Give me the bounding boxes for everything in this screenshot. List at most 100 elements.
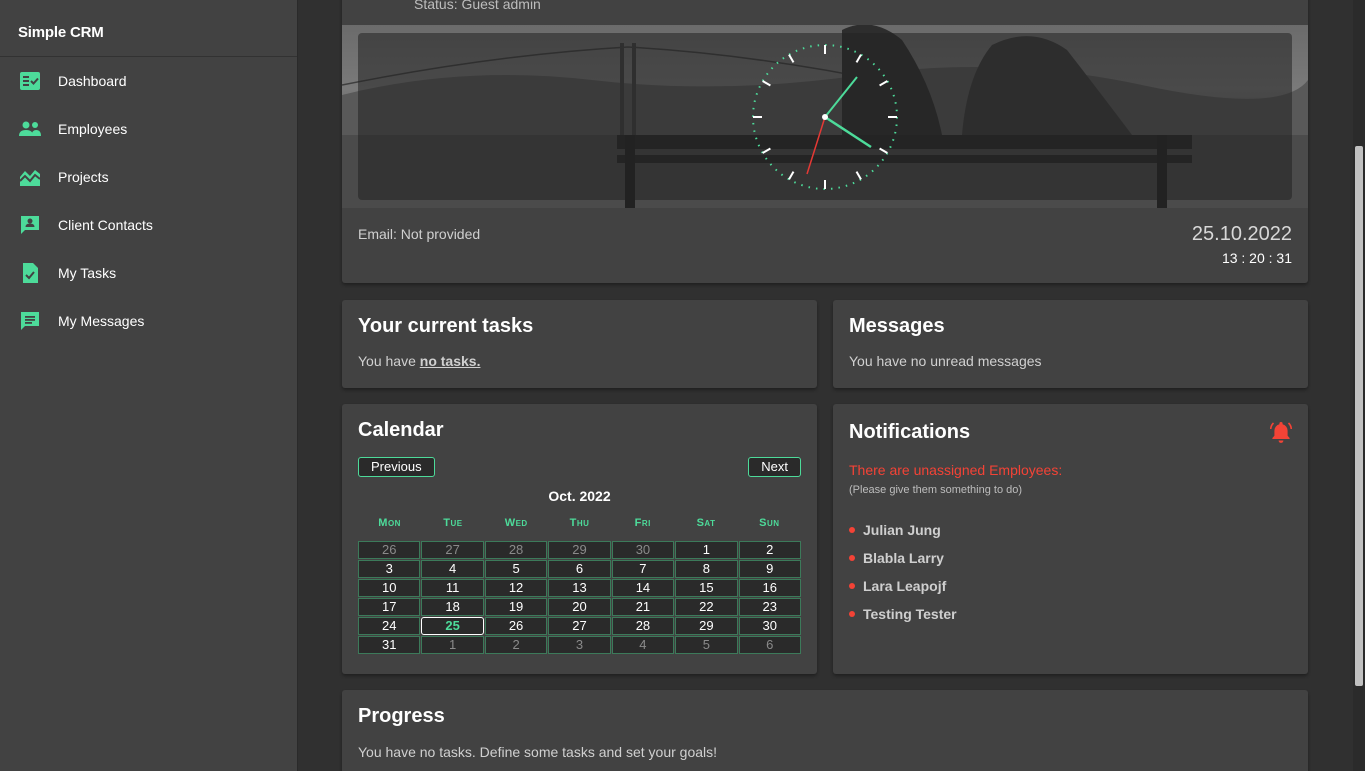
weekday-label: Fri	[634, 517, 651, 529]
calendar-day[interactable]: 27	[421, 541, 484, 559]
sidebar-item-label: Employees	[58, 121, 128, 137]
next-month-button[interactable]: Next	[748, 457, 801, 477]
calendar-day[interactable]: 24	[358, 617, 421, 635]
calendar-day[interactable]: 8	[675, 560, 738, 578]
weekday-label: Sat	[696, 517, 716, 529]
calendar-day[interactable]: 7	[611, 560, 675, 578]
messages-card: Messages You have no unread messages	[833, 300, 1308, 388]
calendar-title: Calendar	[358, 419, 444, 441]
messages-summary: You have no unread messages	[849, 353, 1042, 369]
weekday-label: Tue	[443, 517, 463, 529]
app-title: Simple CRM	[0, 0, 297, 57]
calendar-grid: 26 27 28 29 30 1 2 3 4 5 6 7 8 9 10 11 12 13 14 15 16 17 18 19 2…	[358, 541, 801, 654]
profile-email: Email: Not provided	[358, 226, 481, 242]
calendar-day[interactable]: 5	[675, 636, 738, 654]
list-item[interactable]: Blabla Larry	[849, 544, 957, 572]
calendar-day[interactable]: 13	[548, 579, 611, 597]
calendar-day[interactable]: 6	[548, 560, 611, 578]
clock-overlay	[358, 33, 1292, 200]
bullet-icon	[849, 583, 855, 589]
no-tasks-link[interactable]: no tasks.	[420, 353, 481, 369]
calendar-day[interactable]: 9	[738, 560, 801, 578]
contact-card-icon	[18, 213, 42, 237]
people-icon	[18, 117, 42, 141]
tasks-title: Your current tasks	[358, 315, 534, 337]
calendar-day[interactable]: 6	[738, 636, 801, 654]
unassigned-hint: (Please give them something to do)	[849, 484, 1023, 496]
tasks-card: Your current tasks You have no tasks.	[342, 300, 817, 388]
calendar-day[interactable]: 2	[484, 636, 548, 654]
calendar-day[interactable]: 31	[358, 636, 421, 654]
calendar-day[interactable]: 15	[675, 579, 738, 597]
calendar-day[interactable]: 29	[548, 541, 611, 559]
list-item[interactable]: Julian Jung	[849, 516, 957, 544]
employee-name: Blabla Larry	[863, 550, 944, 566]
task-check-icon	[18, 261, 42, 285]
sidebar-item-my-messages[interactable]: My Messages	[0, 297, 297, 345]
calendar-day[interactable]: 2	[738, 541, 801, 559]
calendar-day[interactable]: 29	[675, 617, 738, 635]
bullet-icon	[849, 555, 855, 561]
employee-name: Lara Leapojf	[863, 578, 947, 594]
calendar-day[interactable]: 30	[611, 541, 675, 559]
bell-alert-icon[interactable]	[1269, 420, 1293, 444]
calendar-day[interactable]: 17	[358, 598, 421, 616]
employee-name: Testing Tester	[863, 606, 957, 622]
sidebar-item-employees[interactable]: Employees	[0, 105, 297, 153]
bullet-icon	[849, 527, 855, 533]
calendar-day[interactable]: 16	[738, 579, 801, 597]
notifications-title: Notifications	[849, 421, 971, 443]
calendar-day-today[interactable]: 25	[421, 617, 484, 635]
sidebar-item-client-contacts[interactable]: Client Contacts	[0, 201, 297, 249]
banner-image	[342, 25, 1308, 208]
calendar-day[interactable]: 14	[611, 579, 675, 597]
employee-name: Julian Jung	[863, 522, 941, 538]
calendar-day[interactable]: 18	[421, 598, 484, 616]
calendar-day[interactable]: 28	[611, 617, 675, 635]
calendar-day[interactable]: 21	[611, 598, 675, 616]
list-item[interactable]: Lara Leapojf	[849, 572, 957, 600]
progress-text: You have no tasks. Define some tasks and…	[358, 744, 718, 760]
previous-month-button[interactable]: Previous	[358, 457, 435, 477]
weekday-label: Thu	[569, 517, 590, 529]
calendar-day[interactable]: 4	[421, 560, 484, 578]
calendar-day[interactable]: 12	[484, 579, 548, 597]
sidebar-item-projects[interactable]: Projects	[0, 153, 297, 201]
tasks-prefix: You have	[358, 353, 420, 369]
calendar-day[interactable]: 27	[548, 617, 611, 635]
analog-clock	[752, 44, 898, 190]
calendar-day[interactable]: 22	[675, 598, 738, 616]
calendar-day[interactable]: 23	[738, 598, 801, 616]
messages-title: Messages	[849, 315, 945, 337]
sidebar-item-dashboard[interactable]: Dashboard	[0, 57, 297, 105]
calendar-day[interactable]: 3	[548, 636, 611, 654]
sidebar-item-label: Client Contacts	[58, 217, 153, 233]
calendar-day[interactable]: 1	[421, 636, 484, 654]
calendar-day[interactable]: 26	[358, 541, 421, 559]
page-scrollbar[interactable]	[1353, 0, 1365, 771]
sidebar-item-label: My Tasks	[58, 265, 117, 281]
calendar-day[interactable]: 30	[738, 617, 801, 635]
calendar-day[interactable]: 4	[611, 636, 675, 654]
weekday-label: Mon	[378, 517, 401, 529]
calendar-day[interactable]: 1	[675, 541, 738, 559]
sidebar-item-label: My Messages	[58, 313, 145, 329]
calendar-day[interactable]: 19	[484, 598, 548, 616]
current-date: 25.10.2022	[1191, 223, 1292, 245]
progress-card: Progress You have no tasks. Define some …	[342, 690, 1308, 771]
sidebar-item-label: Dashboard	[58, 73, 127, 89]
progress-title: Progress	[358, 705, 445, 727]
calendar-day[interactable]: 3	[358, 560, 421, 578]
scrollbar-thumb[interactable]	[1355, 146, 1363, 686]
calendar-day[interactable]: 28	[484, 541, 548, 559]
calendar-day[interactable]: 20	[548, 598, 611, 616]
calendar-day[interactable]: 11	[421, 579, 484, 597]
current-time: 13 : 20 : 31	[1221, 250, 1292, 266]
sidebar-item-my-tasks[interactable]: My Tasks	[0, 249, 297, 297]
calendar-card: Calendar Previous Next Oct. 2022 Mon Tue…	[342, 404, 817, 674]
calendar-day[interactable]: 26	[484, 617, 548, 635]
profile-status: Status: Guest admin	[414, 0, 541, 12]
list-item[interactable]: Testing Tester	[849, 600, 957, 628]
calendar-day[interactable]: 10	[358, 579, 421, 597]
calendar-day[interactable]: 5	[484, 560, 548, 578]
